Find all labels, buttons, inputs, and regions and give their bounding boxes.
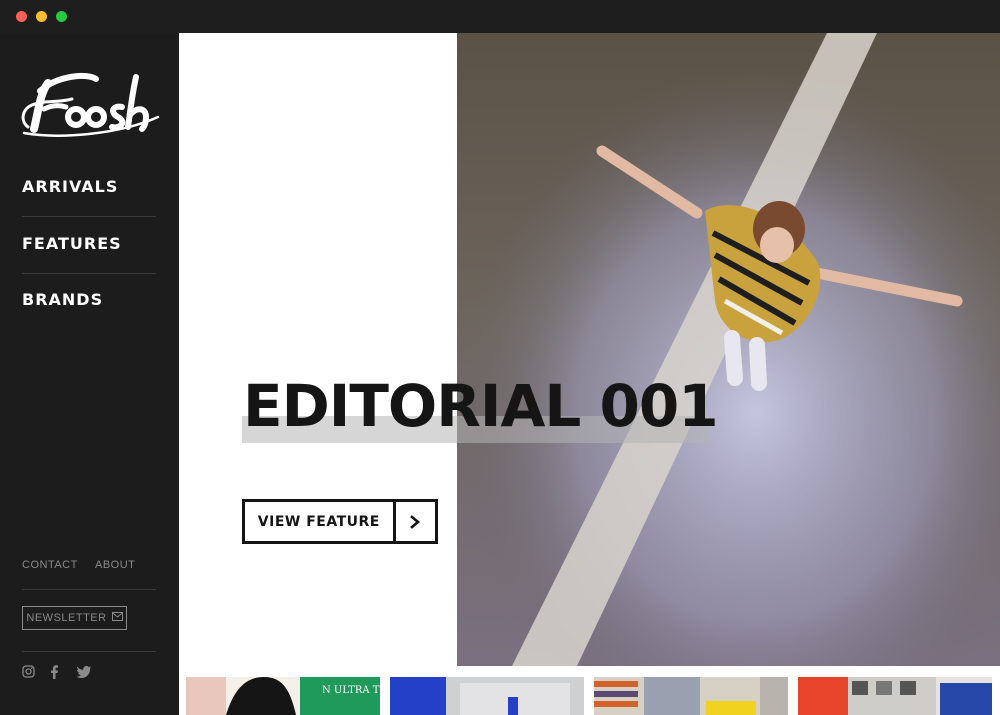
foosh-logo[interactable]: [18, 69, 163, 141]
facebook-icon[interactable]: [49, 665, 63, 679]
thumbnail-card[interactable]: [594, 677, 788, 715]
contact-link[interactable]: CONTACT: [22, 559, 78, 571]
sidebar: ARRIVALS FEATURES BRANDS CONTACT ABOUT N…: [0, 33, 179, 715]
nav-brands[interactable]: BRANDS: [22, 271, 156, 328]
view-feature-label: VIEW FEATURE: [257, 513, 380, 530]
thumbnail-card[interactable]: [390, 677, 584, 715]
main-content: EDITORIAL 001 VIEW FEATURE N ULTRA THIS: [179, 33, 1000, 715]
nav-features-label: FEATURES: [22, 234, 122, 253]
hero-photo: [457, 33, 1000, 666]
mail-icon: [111, 612, 123, 624]
nav-arrivals[interactable]: ARRIVALS: [22, 158, 156, 215]
nav-features[interactable]: FEATURES: [22, 215, 156, 272]
newsletter-label: NEWSLETTER: [26, 612, 107, 624]
thumbnail-print-text: N ULTRA THIS: [322, 685, 380, 696]
footer-divider: [22, 589, 156, 590]
twitter-icon[interactable]: [76, 665, 91, 679]
nav-brands-label: BRANDS: [22, 290, 104, 309]
hero-title: EDITORIAL 001: [243, 372, 719, 440]
newsletter-button[interactable]: NEWSLETTER: [22, 606, 127, 630]
thumbnail-strip: N ULTRA THIS: [186, 677, 1000, 715]
close-window-button[interactable]: [16, 11, 27, 22]
nav-arrivals-label: ARRIVALS: [22, 177, 119, 196]
window-titlebar: [0, 0, 1000, 33]
thumbnail-card[interactable]: N ULTRA THIS: [186, 677, 380, 715]
thumbnail-card[interactable]: [798, 677, 992, 715]
chevron-right-icon: [392, 502, 435, 541]
instagram-icon[interactable]: [22, 665, 36, 679]
minimize-window-button[interactable]: [36, 11, 47, 22]
maximize-window-button[interactable]: [56, 11, 67, 22]
view-feature-button[interactable]: VIEW FEATURE: [242, 499, 438, 544]
footer-divider: [22, 651, 156, 652]
about-link[interactable]: ABOUT: [95, 559, 135, 571]
